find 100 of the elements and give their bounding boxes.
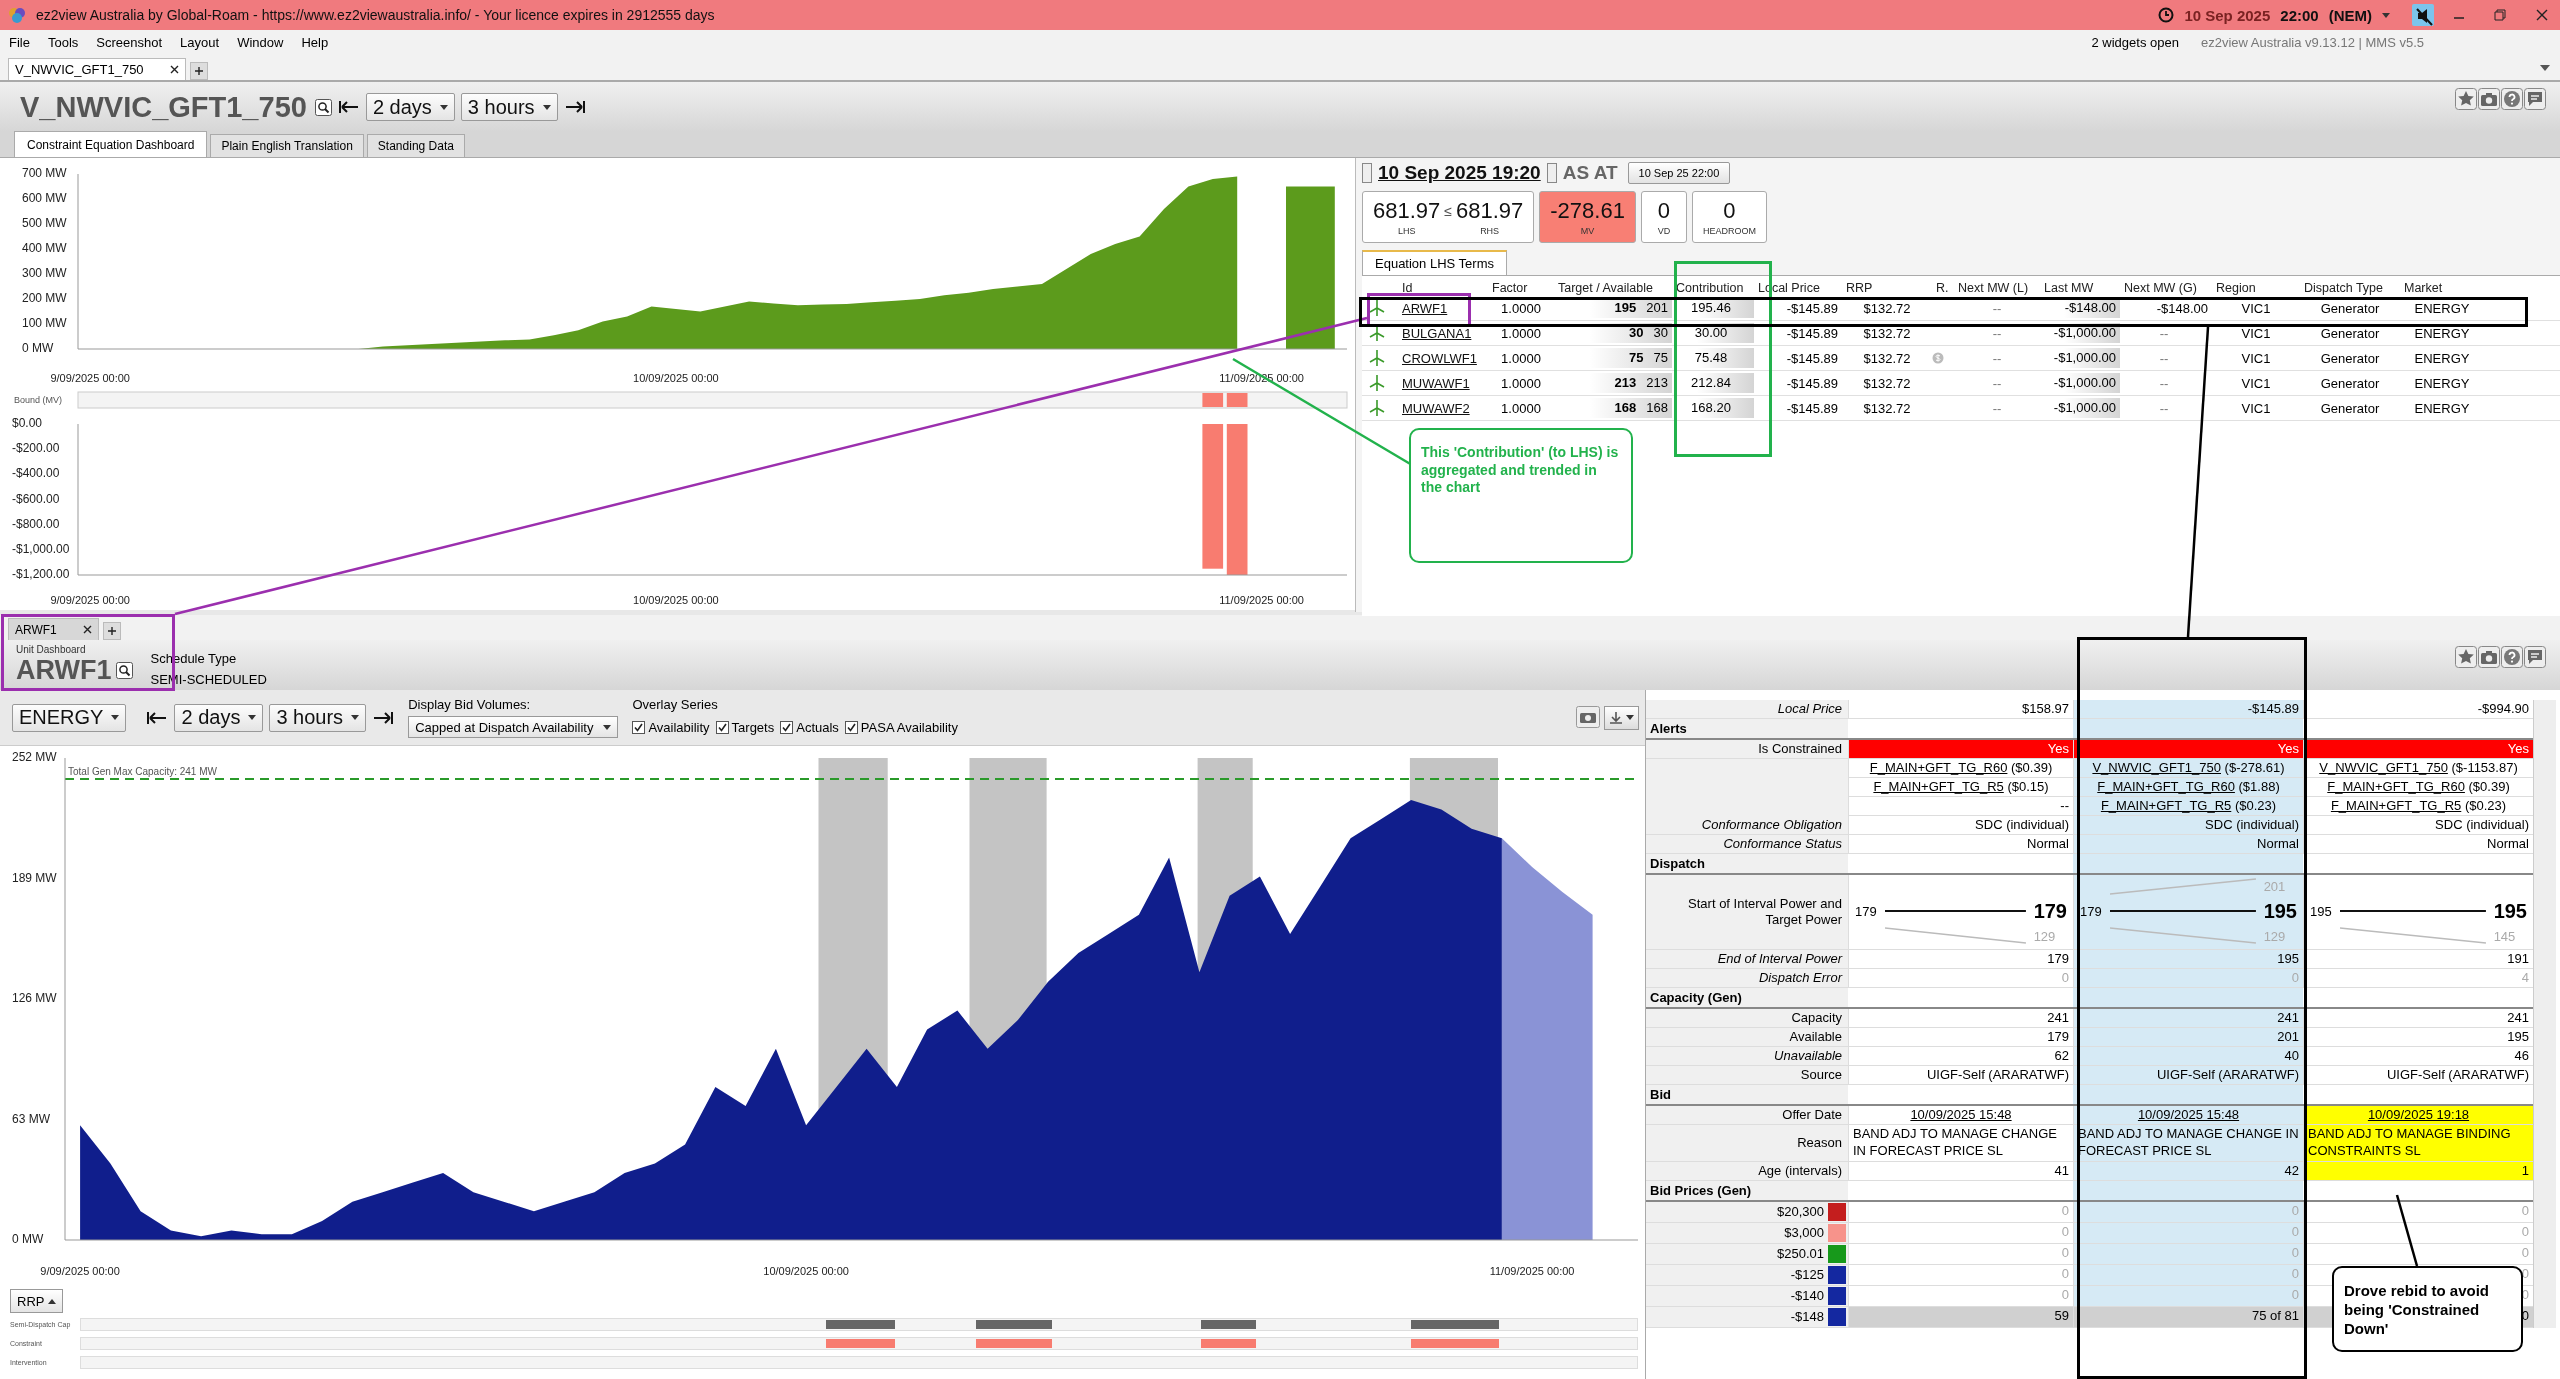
menu-item[interactable]: Window: [228, 35, 293, 50]
tab[interactable]: Plain English Translation: [210, 134, 364, 157]
checkbox[interactable]: [632, 720, 646, 734]
search-icon[interactable]: [314, 98, 332, 116]
field-label: Overlay Series: [632, 697, 719, 712]
help-icon[interactable]: [2501, 646, 2523, 668]
unit-link[interactable]: ARWF1: [1398, 300, 1488, 316]
row-label: Source: [1646, 1066, 1848, 1085]
add-tab-icon[interactable]: [102, 622, 121, 640]
axis-label: 11/09/2025 00:00: [1489, 1265, 1575, 1277]
market-dropdown[interactable]: ENERGY: [12, 703, 127, 732]
table-cell: 42: [2073, 1161, 2303, 1181]
caret-icon: [48, 1298, 57, 1304]
tab[interactable]: Constraint Equation Dashboard: [14, 131, 208, 157]
table-cell-text: --: [2158, 400, 2170, 416]
step-dropdown[interactable]: 3 hours: [269, 703, 367, 732]
checkbox-label[interactable]: Actuals: [796, 719, 839, 735]
offer-link[interactable]: 10/09/2025 19:18: [2303, 1106, 2533, 1125]
workspace-tab[interactable]: V_NWVIC_GFT1_750: [8, 58, 186, 80]
start-value: 179: [1855, 903, 1877, 919]
widget-tab[interactable]: ARWF1: [8, 618, 99, 640]
table-cell-text: 1.0000: [1500, 400, 1542, 416]
rrp-button[interactable]: RRP: [10, 1289, 64, 1313]
tab[interactable]: Standing Data: [366, 134, 465, 157]
jump-start-icon[interactable]: [146, 709, 169, 726]
table-cell: --: [1848, 797, 2073, 816]
table-cell-text: VIC1: [2240, 325, 2272, 341]
camera-icon[interactable]: [2478, 88, 2500, 110]
constraint-link[interactable]: F_MAIN+GFT_TG_R5: [1873, 779, 2004, 794]
help-icon[interactable]: [2501, 88, 2523, 110]
unit-link[interactable]: MUWAWF2: [1398, 400, 1488, 416]
checkbox[interactable]: [844, 720, 858, 734]
price-label: -$125: [1790, 1266, 1824, 1283]
checkbox-label[interactable]: PASA Availability: [860, 719, 958, 735]
checkbox[interactable]: [715, 720, 729, 734]
table-cell: 201: [2073, 1028, 2303, 1047]
close-icon[interactable]: [82, 625, 92, 634]
constraint-link[interactable]: V_NWVIC_GFT1_750: [2092, 760, 2221, 775]
interval-date[interactable]: 10 Sep 2025 19:20: [1378, 162, 1541, 184]
bid-volumes-dropdown[interactable]: Capped at Dispatch Availability: [408, 716, 619, 738]
metric-value: 0: [1723, 198, 1736, 224]
search-icon[interactable]: [115, 662, 133, 679]
caret-icon[interactable]: [2540, 64, 2550, 71]
table-cell: 0: [2073, 1222, 2303, 1244]
download-button[interactable]: [1604, 705, 1639, 730]
constraint-link[interactable]: F_MAIN+GFT_TG_R60: [2097, 779, 2235, 794]
menu-item[interactable]: Tools: [38, 35, 88, 50]
close-icon[interactable]: [169, 65, 179, 74]
menu-item[interactable]: Screenshot: [87, 35, 172, 50]
mute-icon[interactable]: [2412, 4, 2434, 26]
offer-link[interactable]: 10/09/2025 15:48: [2073, 1106, 2303, 1125]
menu-item[interactable]: Help: [292, 35, 338, 50]
lhs-value: 681.97: [1373, 198, 1441, 224]
comment-icon[interactable]: [2524, 646, 2546, 668]
unit-link[interactable]: MUWAWF1: [1398, 375, 1488, 391]
offer-link[interactable]: 10/09/2025 15:48: [1848, 1106, 2073, 1125]
previous-button[interactable]: [1362, 163, 1372, 183]
camera-icon[interactable]: [2478, 646, 2500, 668]
menu-item[interactable]: Layout: [171, 35, 229, 50]
axis-label: 0 MW: [12, 1232, 44, 1247]
range-dropdown[interactable]: 2 days: [365, 93, 455, 121]
jump-start-icon[interactable]: [337, 99, 360, 115]
constraint-link[interactable]: F_MAIN+GFT_TG_R60: [2327, 779, 2465, 794]
menu-item[interactable]: File: [0, 35, 39, 50]
unit-link[interactable]: BULGANA1: [1398, 325, 1488, 341]
table-cell: -$994.90: [2303, 700, 2533, 719]
constraint-link[interactable]: V_NWVIC_GFT1_750: [2319, 760, 2448, 775]
unit-link[interactable]: CROWLWF1: [1398, 350, 1488, 366]
jump-end-icon[interactable]: [372, 709, 395, 726]
as-at-button[interactable]: 10 Sep 25 22:00: [1627, 162, 1731, 184]
price-label: -$140: [1790, 1287, 1824, 1304]
axis-label: 10/09/2025 00:00: [633, 594, 719, 606]
checkbox-label[interactable]: Availability: [648, 719, 710, 735]
step-dropdown[interactable]: 3 hours: [460, 93, 558, 121]
table-cell: UIGF-Self (ARARATWF): [2073, 1066, 2303, 1085]
constraint-link[interactable]: F_MAIN+GFT_TG_R60: [1869, 760, 2008, 775]
scrollbar[interactable]: [2533, 700, 2556, 1328]
rhs-label: RHS: [1480, 226, 1500, 236]
table-cell: 195: [2073, 950, 2303, 969]
comment-icon[interactable]: [2524, 88, 2546, 110]
constraint-link[interactable]: F_MAIN+GFT_TG_R5: [2330, 798, 2462, 813]
market-text: (NEM): [2328, 6, 2372, 24]
range-dropdown[interactable]: 2 days: [174, 703, 264, 732]
jump-end-icon[interactable]: [563, 99, 586, 115]
checkbox-label[interactable]: Targets: [731, 719, 775, 735]
camera-icon[interactable]: [1576, 705, 1600, 728]
upper-value: 201: [2263, 878, 2287, 894]
metric-value: 0: [1657, 198, 1671, 224]
field-label: Display Bid Volumes:: [408, 697, 532, 712]
table-cell: 0: [1848, 1264, 2073, 1286]
next-button[interactable]: [1546, 163, 1557, 183]
table-cell: 179: [1848, 950, 2073, 969]
table-cell: SDC (individual): [1848, 816, 2073, 835]
add-tab-icon[interactable]: [189, 62, 208, 80]
turbine-icon: [1368, 349, 1386, 367]
constraint-value: F_MAIN+GFT_TG_R60 ($0.39): [1848, 759, 2073, 778]
table-cell-text: ENERGY: [2413, 325, 2471, 341]
checkbox[interactable]: [780, 720, 794, 734]
tab[interactable]: Equation LHS Terms: [1362, 250, 1507, 275]
constraint-link[interactable]: F_MAIN+GFT_TG_R5: [2100, 798, 2232, 813]
